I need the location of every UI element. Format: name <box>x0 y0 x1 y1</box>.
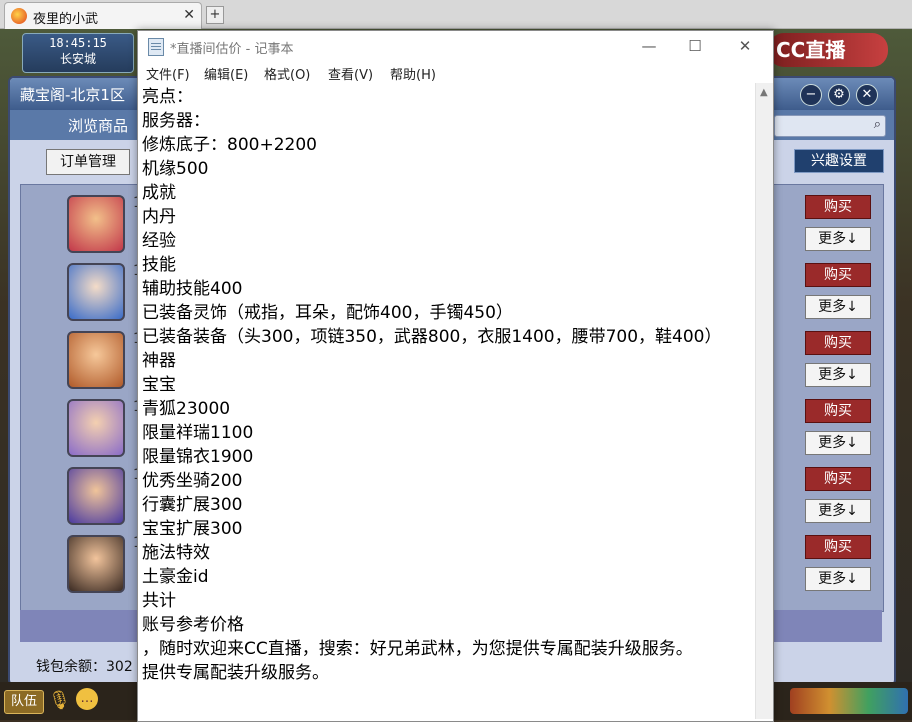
buy-button[interactable]: 购买 <box>805 399 871 423</box>
team-button[interactable]: 队伍 <box>4 690 44 714</box>
scroll-up-icon[interactable]: ▲ <box>760 87 768 98</box>
text-line: 账号参考价格 <box>142 615 244 635</box>
clock-time: 18:45:15 <box>49 36 107 50</box>
text-line: 提供专属配装升级服务。 <box>142 663 329 683</box>
text-line: 内丹 <box>142 207 176 227</box>
menu-edit[interactable]: 编辑(E) <box>204 64 248 83</box>
more-button[interactable]: 更多↓ <box>805 499 871 523</box>
text-line: 青狐23000 <box>142 399 231 419</box>
avatar[interactable] <box>67 195 125 253</box>
buy-button[interactable]: 购买 <box>805 535 871 559</box>
text-line: 优秀坐骑200 <box>142 471 243 491</box>
text-line: 已装备灵饰（戒指，耳朵，配饰400，手镯450） <box>142 303 513 323</box>
text-line: ，随时欢迎来CC直播，搜索：好兄弟武林，为您提供专属配装升级服务。 <box>142 639 693 659</box>
text-line: 经验 <box>142 231 176 251</box>
city-name: 长安城 <box>59 52 96 66</box>
menu-file[interactable]: 文件(F) <box>146 64 190 83</box>
text-line: 限量锦衣1900 <box>142 447 254 467</box>
game-toolbar-icons[interactable] <box>790 688 908 714</box>
menu-help[interactable]: 帮助(H) <box>390 64 436 83</box>
close-icon[interactable]: ✕ <box>722 34 768 58</box>
text-line: 技能 <box>142 255 176 275</box>
menu-format[interactable]: 格式(O) <box>264 64 310 83</box>
notepad-text-area[interactable]: 亮点： 服务器： 修炼底子：800+2200 机缘500 成就 内丹 经验 技能… <box>140 85 740 719</box>
close-icon[interactable]: ✕ <box>183 7 195 23</box>
text-line: 行囊扩展300 <box>142 495 243 515</box>
nav-browse[interactable]: 浏览商品 <box>68 115 128 136</box>
vertical-scrollbar[interactable]: ▲ <box>755 83 773 719</box>
order-management-button[interactable]: 订单管理 <box>46 149 130 175</box>
more-button[interactable]: 更多↓ <box>805 363 871 387</box>
notepad-window: *直播间估价 - 记事本 — ☐ ✕ 文件(F) 编辑(E) 格式(O) 查看(… <box>137 30 774 722</box>
avatar[interactable] <box>67 331 125 389</box>
browser-tab-strip: 夜里的小武 ✕ + <box>0 0 912 29</box>
minimize-icon[interactable]: − <box>800 84 822 106</box>
search-input[interactable]: ⌕ <box>774 115 886 137</box>
text-line: 辅助技能400 <box>142 279 243 299</box>
minimize-icon[interactable]: — <box>626 34 672 58</box>
menu-view[interactable]: 查看(V) <box>328 64 373 83</box>
wallet-balance: 钱包余额：302 <box>36 659 133 675</box>
text-line: 已装备装备（头300，项链350，武器800，衣服1400，腰带700，鞋400… <box>142 327 722 347</box>
more-button[interactable]: 更多↓ <box>805 295 871 319</box>
close-icon[interactable]: ✕ <box>856 84 878 106</box>
text-line: 宝宝扩展300 <box>142 519 243 539</box>
chat-icon[interactable]: … <box>76 688 98 710</box>
text-line: 施法特效 <box>142 543 210 563</box>
text-line: 服务器： <box>142 111 210 131</box>
tab-title: 夜里的小武 <box>33 12 99 27</box>
text-line: 共计 <box>142 591 176 611</box>
text-line: 亮点： <box>142 87 193 107</box>
notepad-titlebar: *直播间估价 - 记事本 — ☐ ✕ <box>138 31 773 61</box>
notepad-title: *直播间估价 - 记事本 <box>170 42 294 57</box>
cc-live-logo: CC直播 <box>768 33 888 67</box>
more-button[interactable]: 更多↓ <box>805 227 871 251</box>
text-line: 神器 <box>142 351 176 371</box>
notepad-menubar: 文件(F) 编辑(E) 格式(O) 查看(V) 帮助(H) <box>138 61 773 83</box>
more-button[interactable]: 更多↓ <box>805 567 871 591</box>
new-tab-button[interactable]: + <box>206 6 224 24</box>
text-line: 土豪金id <box>142 567 209 587</box>
text-line: 机缘500 <box>142 159 209 179</box>
browser-tab[interactable]: 夜里的小武 ✕ <box>4 2 202 29</box>
notepad-icon <box>148 38 164 56</box>
flame-icon <box>11 8 27 24</box>
settings-icon[interactable]: ⚙ <box>828 84 850 106</box>
search-icon[interactable]: ⌕ <box>874 117 881 132</box>
text-line: 修炼底子：800+2200 <box>142 135 317 155</box>
interest-settings-button[interactable]: 兴趣设置 <box>794 149 884 173</box>
avatar[interactable] <box>67 467 125 525</box>
avatar[interactable] <box>67 263 125 321</box>
text-line: 宝宝 <box>142 375 176 395</box>
text-line: 成就 <box>142 183 176 203</box>
buy-button[interactable]: 购买 <box>805 467 871 491</box>
shop-title: 藏宝阁-北京1区 <box>20 86 125 104</box>
text-line: 限量祥瑞1100 <box>142 423 254 443</box>
buy-button[interactable]: 购买 <box>805 263 871 287</box>
more-button[interactable]: 更多↓ <box>805 431 871 455</box>
avatar[interactable] <box>67 535 125 593</box>
game-clock: 18:45:15 长安城 <box>22 33 134 73</box>
maximize-icon[interactable]: ☐ <box>672 34 718 58</box>
avatar[interactable] <box>67 399 125 457</box>
buy-button[interactable]: 购买 <box>805 331 871 355</box>
buy-button[interactable]: 购买 <box>805 195 871 219</box>
microphone-icon[interactable]: 🎙 <box>48 690 71 711</box>
